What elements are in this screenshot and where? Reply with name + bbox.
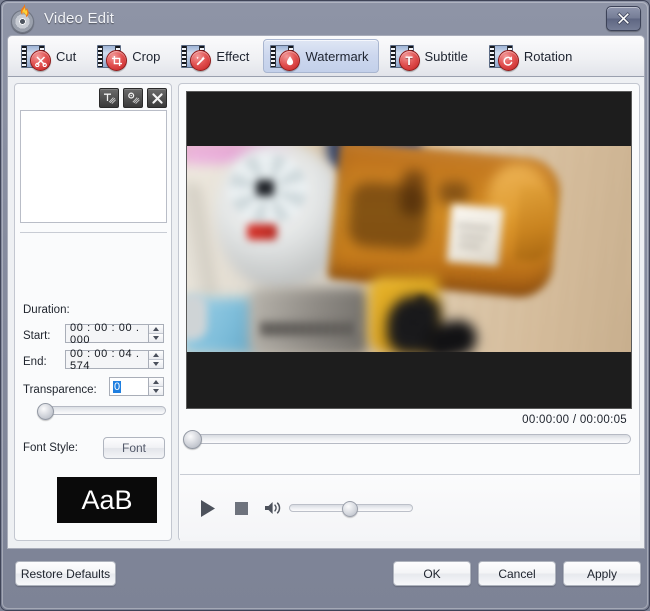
watermark-toolbar: [99, 88, 167, 108]
end-time-up-button[interactable]: [149, 351, 163, 360]
play-icon: [201, 499, 215, 517]
end-time-input[interactable]: 00 : 00 : 04 . 574: [65, 348, 148, 372]
transparence-stepper[interactable]: 0: [109, 377, 164, 396]
transparence-slider-track[interactable]: [40, 406, 166, 415]
text-watermark-icon: [103, 93, 116, 104]
add-text-watermark-button[interactable]: [99, 88, 119, 108]
rotate-icon: [488, 43, 519, 71]
volume-slider-knob[interactable]: [342, 501, 358, 517]
burning-disc-icon: [10, 4, 36, 33]
crop-icon: [97, 43, 128, 71]
close-icon: [617, 12, 630, 25]
delete-watermark-button[interactable]: [147, 88, 167, 108]
tab-subtitle[interactable]: T Subtitle: [383, 39, 478, 73]
restore-defaults-button[interactable]: Restore Defaults: [15, 561, 116, 586]
seek-slider-knob[interactable]: [183, 430, 202, 449]
chevron-up-icon: [153, 380, 159, 384]
chevron-up-icon: [153, 353, 159, 357]
watermark-settings-panel: Duration: Start: 00 : 00 : 00 . 000 End:…: [14, 83, 172, 541]
letterbox-bar-top: [187, 92, 631, 146]
tab-label: Crop: [132, 48, 161, 64]
droplet-icon: [270, 43, 301, 71]
end-label: End:: [23, 356, 47, 368]
magic-wand-icon: [181, 43, 212, 71]
ok-button[interactable]: OK: [393, 561, 471, 586]
tab-watermark[interactable]: Watermark: [263, 39, 379, 73]
stop-button[interactable]: [230, 497, 252, 519]
video-preview[interactable]: [186, 91, 632, 409]
apply-button[interactable]: Apply: [563, 561, 641, 586]
start-time-spin-buttons[interactable]: [148, 324, 164, 343]
chevron-down-icon: [153, 389, 159, 393]
divider: [20, 232, 167, 233]
font-preview: AaB: [57, 477, 157, 523]
volume-slider-track[interactable]: [289, 501, 413, 517]
close-icon: [151, 92, 163, 104]
time-readout: 00:00:00 / 00:00:05: [522, 414, 627, 426]
tab-label: Rotation: [523, 48, 573, 64]
add-image-watermark-button[interactable]: [123, 88, 143, 108]
tab-rotation[interactable]: Rotation: [482, 39, 582, 73]
font-style-label: Font Style:: [23, 442, 78, 454]
footer-bar: Restore Defaults OK Cancel Apply 当易网: [1, 549, 649, 610]
volume-icon[interactable]: [263, 498, 283, 518]
watermark-list[interactable]: [20, 110, 167, 223]
page-title: Video Edit: [44, 9, 115, 27]
tab-cut[interactable]: Cut: [14, 39, 86, 73]
end-time-stepper[interactable]: 00 : 00 : 04 . 574: [65, 348, 164, 372]
play-button[interactable]: [197, 497, 219, 519]
start-time-up-button[interactable]: [149, 325, 163, 334]
transparence-label: Transparence:: [23, 384, 97, 396]
tab-label: Effect: [216, 48, 250, 64]
content-area: Duration: Start: 00 : 00 : 00 . 000 End:…: [7, 77, 645, 549]
start-time-input[interactable]: 00 : 00 : 00 . 000: [65, 322, 148, 346]
font-button[interactable]: Font: [103, 437, 165, 459]
tab-bar: Cut Crop Effect Watermark T Subtitle Rot…: [7, 35, 645, 77]
text-t-icon: T: [389, 43, 420, 71]
transparence-input[interactable]: 0: [109, 377, 148, 396]
tab-label: Watermark: [305, 48, 369, 64]
cancel-button[interactable]: Cancel: [478, 561, 556, 586]
start-label: Start:: [23, 330, 51, 342]
title-bar: Video Edit: [1, 1, 649, 35]
seek-slider-track[interactable]: [187, 434, 631, 444]
tab-effect[interactable]: Effect: [174, 39, 259, 73]
image-watermark-icon: [127, 92, 140, 104]
transparence-up-button[interactable]: [149, 378, 163, 387]
scissors-icon: [21, 43, 51, 71]
transparence-down-button[interactable]: [149, 387, 163, 395]
tab-crop[interactable]: Crop: [90, 39, 170, 73]
video-frame-image: [187, 146, 631, 354]
tab-label: Subtitle: [424, 48, 468, 64]
transparence-value: 0: [113, 380, 122, 393]
chevron-up-icon: [153, 327, 159, 331]
chevron-down-icon: [153, 362, 159, 366]
stop-icon: [234, 501, 248, 515]
end-time-down-button[interactable]: [149, 360, 163, 368]
transport-controls: [180, 475, 640, 541]
duration-label: Duration:: [23, 304, 70, 316]
tab-label: Cut: [56, 48, 77, 64]
transparence-spin-buttons[interactable]: [148, 377, 164, 396]
transparence-slider-knob[interactable]: [37, 403, 54, 420]
close-button[interactable]: [606, 6, 641, 31]
chevron-down-icon: [153, 336, 159, 340]
end-time-spin-buttons[interactable]: [148, 350, 164, 369]
start-time-down-button[interactable]: [149, 334, 163, 342]
video-edit-window: Video Edit Cut Crop Effect Watermark T S…: [0, 0, 650, 611]
preview-panel: 00:00:00 / 00:00:05: [178, 83, 640, 541]
letterbox-bar-bottom: [187, 352, 631, 408]
start-time-stepper[interactable]: 00 : 00 : 00 . 000: [65, 322, 164, 346]
